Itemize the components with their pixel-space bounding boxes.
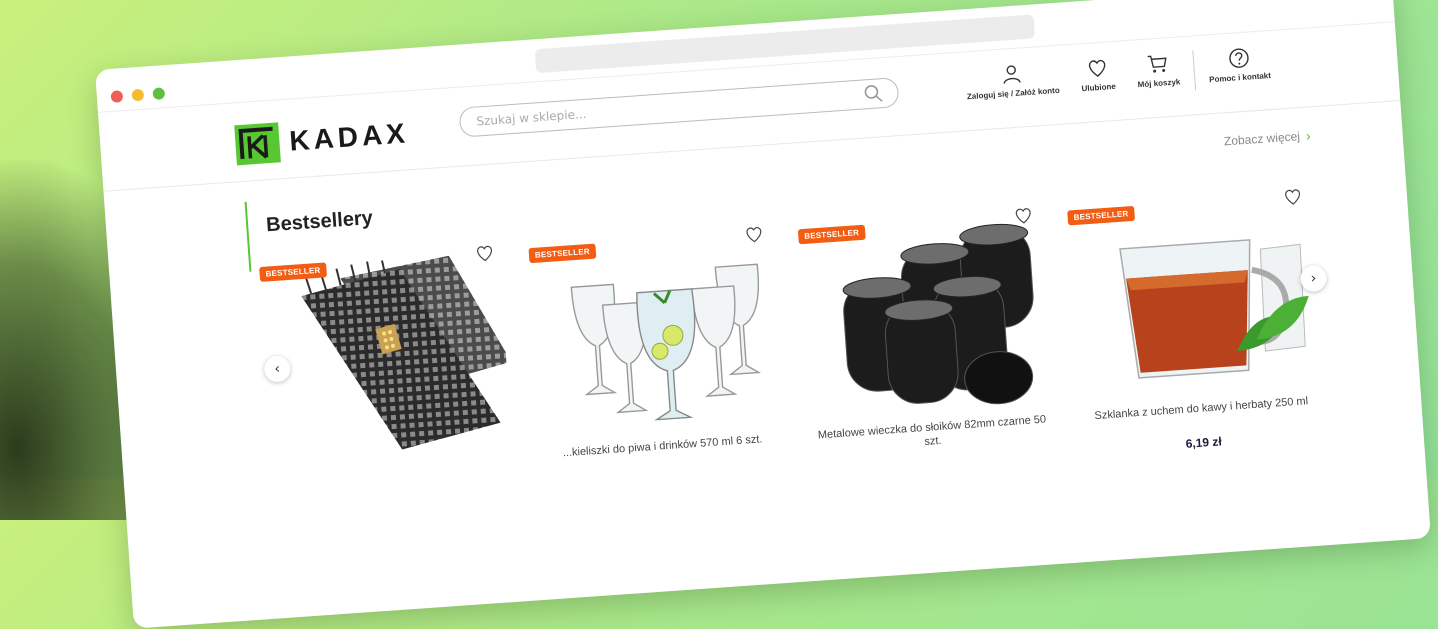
see-more-link[interactable]: Zobacz więcej › [1223, 127, 1312, 149]
account-label: Zaloguj się / Załóż konto [966, 85, 1060, 102]
product-price: 6,19 zł [1185, 434, 1223, 451]
favorites-label: Ulubione [1081, 81, 1117, 94]
chevron-left-icon: ‹ [273, 360, 281, 378]
cart-icon [1148, 55, 1168, 73]
search-bar[interactable] [458, 77, 900, 138]
logo-text: KADAX [288, 117, 410, 157]
cart-link[interactable]: Mój koszyk [1136, 51, 1181, 89]
favorite-heart-icon[interactable] [1282, 186, 1303, 207]
chevron-right-icon: › [1305, 127, 1312, 144]
maximize-window-button[interactable] [152, 87, 166, 101]
product-image [1119, 239, 1309, 379]
minimize-window-button[interactable] [131, 88, 145, 102]
site-logo[interactable]: KADAX [234, 113, 410, 166]
help-label: Pomoc i kontakt [1208, 71, 1272, 85]
product-card[interactable]: BESTSELLER ...kieliszki do piwa i drinkó… [528, 219, 786, 495]
section-title: Bestsellery [265, 207, 374, 237]
carousel-next-button[interactable]: › [1299, 264, 1328, 293]
product-name[interactable]: Metalowe wieczka do słoików 82mm czarne … [812, 412, 1053, 457]
account-link[interactable]: Zaloguj się / Załóż konto [965, 60, 1060, 101]
header-nav: Zaloguj się / Załóż konto Ulubione Mój k… [965, 45, 1272, 106]
product-card[interactable]: BESTSELLER Metalowe wieczka do słoików 8… [797, 201, 1055, 477]
help-link[interactable]: Pomoc i kontakt [1207, 45, 1271, 84]
bestsellers-section: Zobacz więcej › Bestsellery BESTSELLER B… [104, 101, 1430, 611]
cart-label: Mój koszyk [1137, 77, 1181, 90]
browser-window: KADAX Zaloguj się / Załóż konto U [95, 0, 1431, 629]
favorites-link[interactable]: Ulubione [1079, 56, 1116, 93]
nav-divider [1192, 50, 1196, 91]
product-image [301, 255, 512, 450]
see-more-label: Zobacz więcej [1223, 129, 1301, 149]
close-window-button[interactable] [110, 90, 124, 103]
heart-icon [1088, 59, 1106, 77]
product-image [842, 223, 1034, 405]
chevron-right-icon: › [1310, 270, 1317, 287]
section-accent-bar [244, 201, 252, 272]
search-icon[interactable] [863, 83, 884, 104]
product-card[interactable]: BESTSELLER Szklanka z uchem do kawy i he… [1066, 182, 1324, 458]
help-icon [1228, 48, 1249, 68]
product-card[interactable]: BESTSELLER [258, 238, 516, 514]
favorite-heart-icon[interactable] [474, 243, 495, 264]
window-controls [110, 87, 166, 103]
favorite-heart-icon[interactable] [1013, 205, 1034, 226]
search-input[interactable] [473, 86, 865, 130]
logo-mark-icon [234, 122, 281, 166]
user-icon [1003, 65, 1022, 84]
product-image [570, 263, 762, 421]
favorite-heart-icon[interactable] [743, 224, 764, 245]
